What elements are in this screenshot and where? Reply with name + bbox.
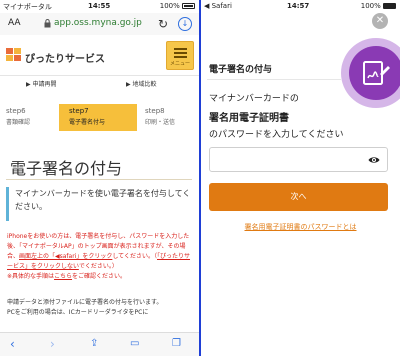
hamburger-icon [174, 48, 187, 60]
reload-icon[interactable]: ↻ [158, 17, 168, 31]
signature-document-icon [363, 61, 390, 85]
instruction-callout: マイナンバーカードを使い電子署名を付与してください。 [6, 187, 192, 221]
carrier-label: マイナポータル [3, 3, 52, 11]
site-header: ぴったりサービス メニュー [0, 35, 199, 76]
password-help-link[interactable]: 署名用電子証明書のパスワードとは [201, 222, 400, 232]
share-icon[interactable]: ⇪ [90, 338, 98, 349]
subnav-resume-link[interactable]: ▶ 申請再開 [26, 79, 57, 88]
site-logo [6, 48, 22, 62]
bookmarks-icon[interactable]: ▭ [130, 338, 139, 349]
menu-label: メニュー [169, 61, 190, 67]
title-divider [207, 79, 341, 80]
step-progress: step6 書類確認 step7 電子署名付与 step8 印刷・送信 [0, 104, 199, 131]
download-icon[interactable]: ↓ [178, 17, 192, 31]
battery-indicator: 100% [160, 2, 195, 10]
password-input[interactable] [214, 151, 364, 168]
back-icon[interactable]: ‹ [10, 337, 15, 351]
address-bar[interactable]: AA app.oss.myna.go.jp ↻ ↓ [0, 13, 199, 35]
show-password-icon[interactable] [368, 154, 380, 166]
usage-note: 申請データと添付ファイルに電子署名の付与を行います。 PCをご利用の場合は、IC… [7, 299, 163, 316]
page-title: 電子署名の付与 [10, 159, 123, 178]
left-screen: マイナポータル 14:55 100% AA app.oss.myna.go.jp… [0, 0, 199, 356]
iphone-warning: iPhoneをお使いの方は、電子署名を付与し、パスワードを入力した後、「マイナポ… [7, 233, 191, 280]
url-text[interactable]: app.oss.myna.go.jp [54, 18, 142, 28]
battery-percent: 100% [159, 2, 180, 10]
status-time: 14:57 [287, 2, 310, 10]
safari-link[interactable]: 画面左上の「◀safari」をクリック [19, 253, 112, 260]
step-8: step8 印刷・送信 [137, 104, 199, 131]
tabs-icon[interactable]: ❐ [172, 338, 181, 349]
dialog-title: 電子署名の付与 [209, 65, 273, 75]
site-name[interactable]: ぴったりサービス [25, 50, 105, 65]
forward-icon[interactable]: › [50, 337, 55, 351]
menu-button[interactable]: メニュー [166, 41, 194, 70]
battery-icon [182, 3, 195, 9]
text-size-button[interactable]: AA [8, 18, 21, 28]
title-underline [6, 179, 192, 180]
status-bar: マイナポータル 14:55 100% [0, 0, 199, 13]
prompt-line-2: 署名用電子証明書 [209, 113, 289, 124]
password-field[interactable] [209, 147, 388, 172]
back-to-safari[interactable]: ◀ Safari [204, 2, 232, 10]
procedure-link[interactable]: こちら [54, 273, 72, 280]
battery-percent: 100% [360, 2, 381, 10]
sub-navigation: ▶ 申請再開 ▶ 地域比較 [0, 76, 199, 90]
browser-toolbar: ‹ › ⇪ ▭ ❐ [0, 332, 199, 356]
right-screen: ◀ Safari 14:57 100% ✕ 電子署名の付与 マイナンバーカードの… [201, 0, 400, 356]
next-button[interactable]: 次へ [209, 183, 388, 211]
prompt-line-3: のパスワードを入力してください [209, 130, 344, 140]
close-button[interactable]: ✕ [372, 13, 388, 29]
status-bar: ◀ Safari 14:57 100% [201, 0, 400, 13]
lock-icon [44, 19, 51, 28]
battery-icon [383, 3, 396, 9]
step-7-current: step7 電子署名付与 [59, 104, 146, 131]
battery-indicator: 100% [361, 2, 396, 10]
step-6: step6 書類確認 [0, 104, 59, 131]
subnav-compare-link[interactable]: ▶ 地域比較 [126, 79, 157, 88]
status-time: 14:55 [88, 2, 111, 10]
prompt-line-1: マイナンバーカードの [209, 94, 299, 104]
